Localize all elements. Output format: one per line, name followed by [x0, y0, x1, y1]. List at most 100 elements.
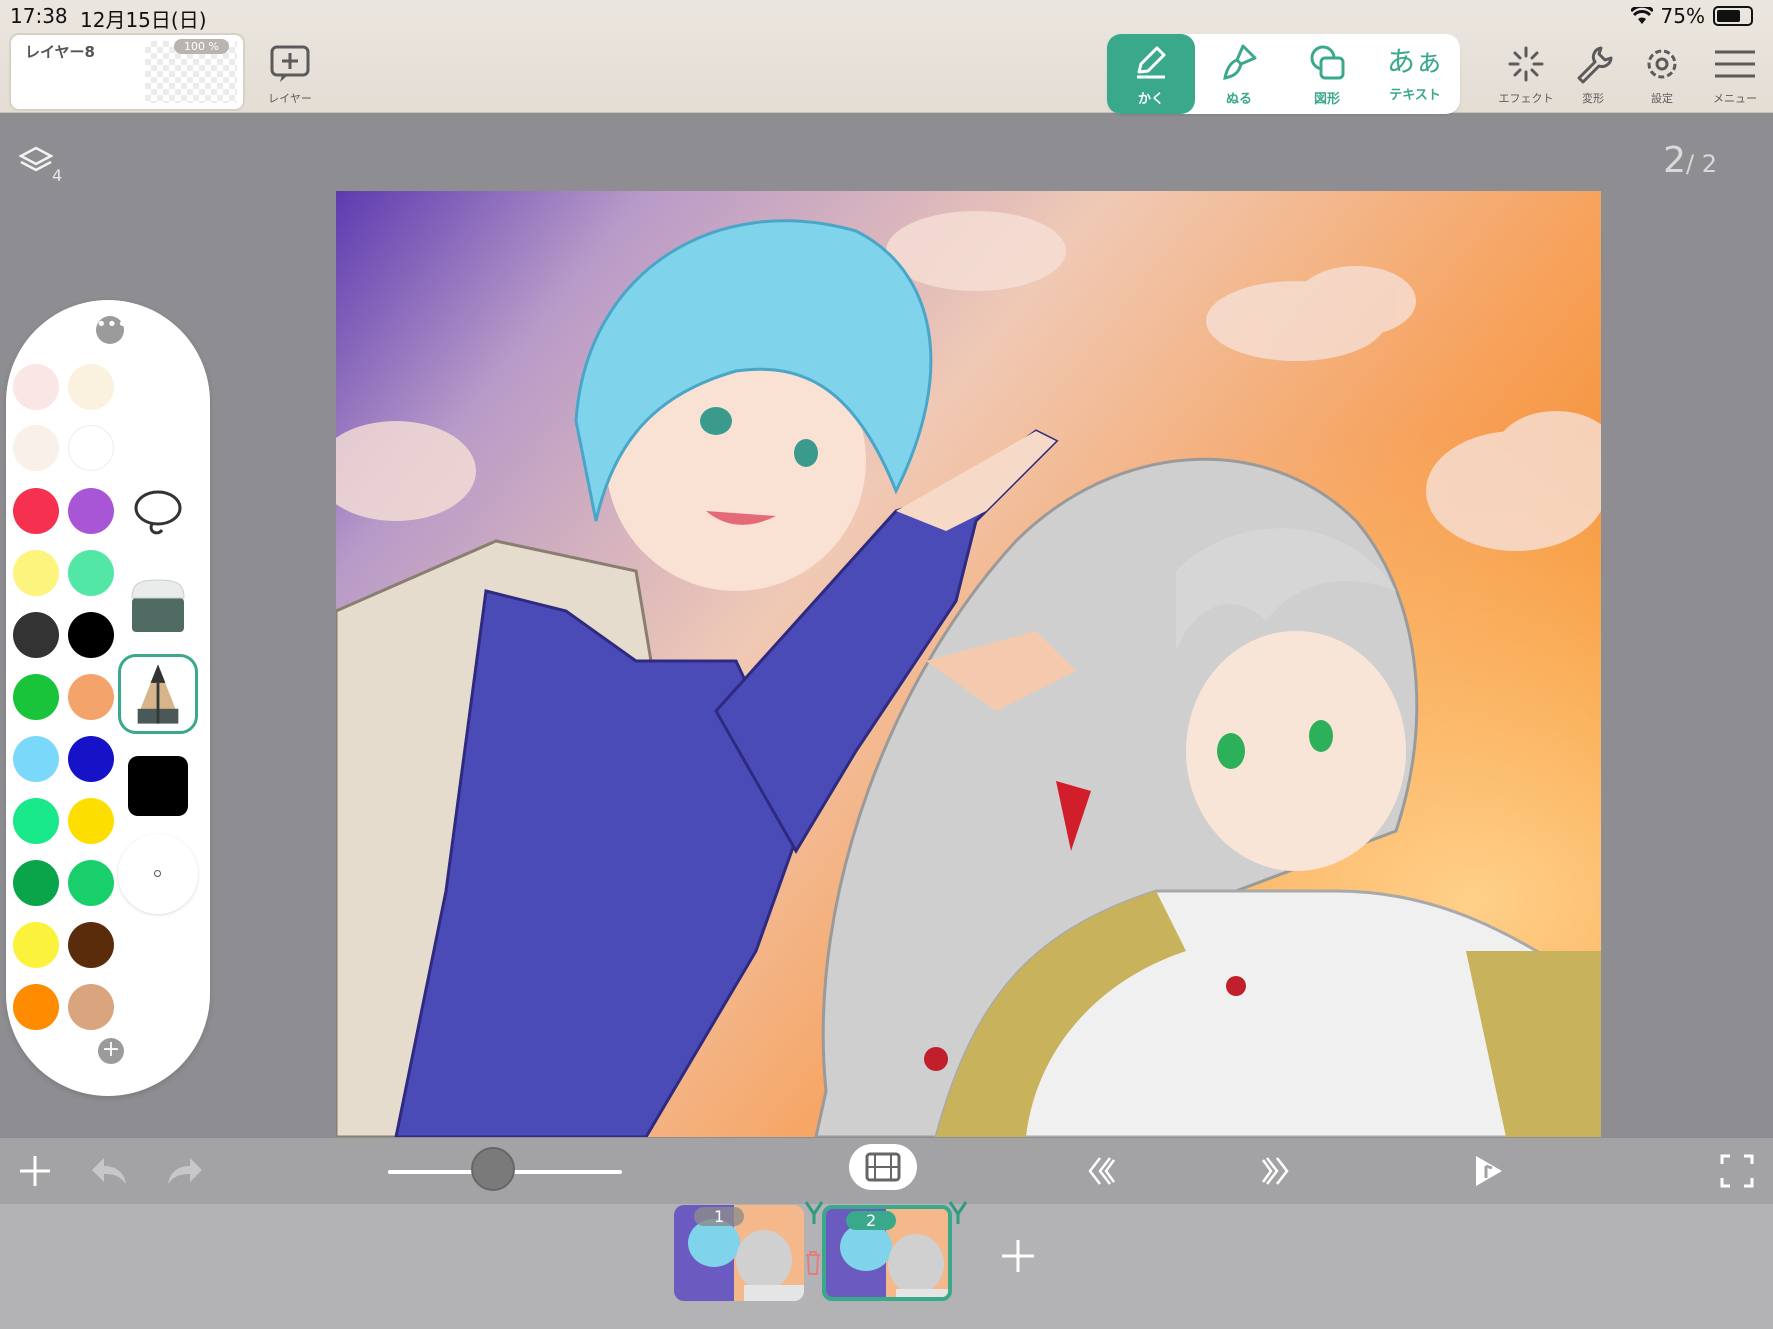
tool-selector: かく ぬる 図形 あぁ テキスト: [1107, 34, 1460, 114]
frame-marker-icon: [948, 1201, 968, 1224]
color-swatch[interactable]: [68, 674, 114, 720]
previous-frame-icon[interactable]: [1080, 1150, 1122, 1192]
layer-name: レイヤー8: [25, 43, 95, 61]
drawing-canvas[interactable]: [336, 191, 1601, 1137]
pencil-icon: [1137, 46, 1166, 79]
status-right: 75%: [1630, 4, 1753, 28]
frame-current: 2: [1663, 140, 1687, 181]
tool-text-label: テキスト: [1389, 88, 1441, 103]
timeline-frame[interactable]: 1: [674, 1205, 804, 1301]
frame-marker-icon: [804, 1201, 824, 1224]
color-swatch[interactable]: [13, 860, 59, 906]
delete-frame-icon[interactable]: [804, 1250, 822, 1276]
brush-icon: [1223, 44, 1257, 80]
tool-shapes[interactable]: 図形: [1283, 34, 1371, 114]
next-frame-icon[interactable]: [1255, 1150, 1297, 1192]
color-swatch[interactable]: [13, 922, 59, 968]
tool-fill[interactable]: ぬる: [1195, 34, 1283, 114]
eraser-tool[interactable]: [118, 562, 198, 642]
color-swatch[interactable]: [13, 488, 59, 534]
color-swatch[interactable]: [13, 550, 59, 596]
battery-icon: [1713, 6, 1753, 26]
layers-icon: [18, 146, 54, 172]
transform-label: 変形: [1582, 92, 1604, 105]
add-layer-label: レイヤー: [268, 92, 312, 105]
color-swatch[interactable]: [68, 364, 114, 410]
add-layer-icon: [270, 45, 310, 82]
top-toolbar: 17:38 12月15日(日) 75% レイヤー8 100 % レイヤー かく …: [0, 0, 1773, 114]
color-palette: ••• +: [6, 300, 210, 1096]
tool-draw-label: かく: [1137, 92, 1164, 107]
animation-mode-button[interactable]: [849, 1144, 917, 1190]
add-icon: [1002, 1240, 1034, 1272]
sparkle-icon: [1508, 46, 1544, 82]
status-time: 17:38: [10, 4, 68, 28]
battery-percent: 75%: [1660, 4, 1705, 28]
wrench-icon: [1577, 46, 1613, 84]
tool-shapes-label: 図形: [1313, 92, 1340, 107]
brush-size-slider-thumb[interactable]: [471, 1147, 516, 1191]
color-swatch[interactable]: [13, 736, 59, 782]
lasso-tool[interactable]: [118, 472, 198, 552]
current-color-button[interactable]: [118, 746, 198, 826]
effect-button[interactable]: エフェクト: [1491, 44, 1561, 106]
undo-icon[interactable]: [88, 1150, 130, 1192]
wifi-icon: [1630, 7, 1653, 24]
color-swatch[interactable]: [13, 364, 59, 410]
color-swatch[interactable]: [13, 798, 59, 844]
shapes-icon: [1310, 45, 1345, 80]
color-swatch[interactable]: [68, 425, 114, 471]
color-swatch[interactable]: [68, 860, 114, 906]
color-swatch[interactable]: [68, 550, 114, 596]
color-swatch[interactable]: [68, 922, 114, 968]
color-swatch[interactable]: [68, 488, 114, 534]
current-layer-card[interactable]: レイヤー8 100 %: [9, 33, 245, 111]
gear-icon: [1647, 49, 1677, 79]
play-icon[interactable]: [1466, 1150, 1508, 1192]
text-icon: あぁ: [1386, 45, 1443, 78]
color-swatch[interactable]: [13, 674, 59, 720]
redo-icon[interactable]: [164, 1150, 206, 1192]
color-swatch[interactable]: [13, 984, 59, 1030]
pencil-tool-icon: [137, 664, 179, 724]
add-frame-button[interactable]: [996, 1234, 1040, 1278]
layers-panel-button[interactable]: 4: [18, 144, 70, 188]
eraser-icon: [131, 579, 185, 632]
tool-draw[interactable]: かく: [1107, 34, 1195, 114]
frame-total: / 2: [1686, 150, 1717, 178]
status-date: 12月15日(日): [80, 8, 207, 32]
tool-fill-label: ぬる: [1225, 92, 1252, 107]
add-icon[interactable]: [14, 1150, 56, 1192]
menu-button[interactable]: メニュー: [1700, 44, 1770, 106]
color-swatch[interactable]: [68, 612, 114, 658]
film-icon: [865, 1152, 901, 1182]
layer-count: 4: [52, 166, 63, 185]
color-swatch[interactable]: [13, 612, 59, 658]
frame-indicator: 2/ 2: [1663, 140, 1717, 181]
timeline-frame-selected[interactable]: 2: [822, 1205, 952, 1301]
artwork-illustration: [336, 191, 1601, 1137]
color-swatch[interactable]: [68, 798, 114, 844]
frame-number: 1: [694, 1207, 745, 1226]
tool-text[interactable]: あぁ テキスト: [1371, 34, 1459, 114]
brush-size-button[interactable]: [118, 834, 198, 914]
brush-size-dot: [154, 870, 161, 877]
pencil-tool[interactable]: [118, 654, 198, 734]
hamburger-icon: [1715, 50, 1755, 78]
transform-button[interactable]: 変形: [1558, 44, 1628, 106]
palette-more-icon[interactable]: •••: [96, 316, 128, 344]
lasso-icon: [134, 490, 182, 535]
effect-label: エフェクト: [1498, 92, 1554, 105]
fullscreen-icon[interactable]: [1716, 1150, 1758, 1192]
layer-opacity-badge: 100 %: [174, 39, 229, 54]
color-swatch[interactable]: [13, 425, 59, 471]
color-swatch[interactable]: [68, 736, 114, 782]
settings-button[interactable]: 設定: [1627, 44, 1697, 106]
settings-label: 設定: [1651, 92, 1673, 105]
add-color-button[interactable]: +: [98, 1038, 124, 1064]
color-swatch[interactable]: [68, 984, 114, 1030]
menu-label: メニュー: [1713, 92, 1757, 105]
frame-number: 2: [846, 1211, 897, 1230]
add-layer-button[interactable]: レイヤー: [255, 44, 325, 106]
current-color-chip: [128, 756, 188, 816]
